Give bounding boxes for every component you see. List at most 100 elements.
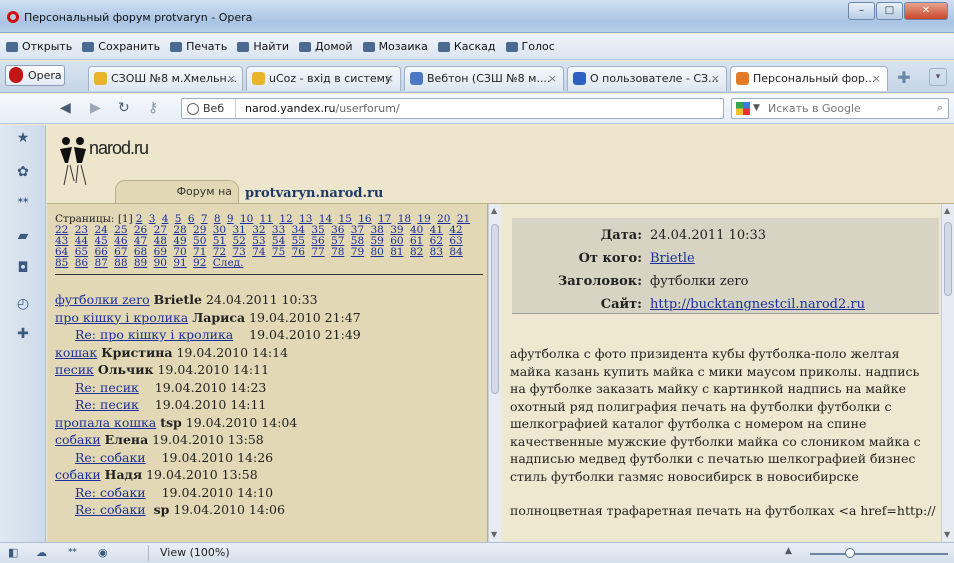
message-scrollbar[interactable]: ▲ ▼: [941, 204, 954, 542]
post-title-link[interactable]: Re: собаки: [75, 485, 146, 500]
close-tab-icon[interactable]: ×: [385, 67, 394, 90]
zoom-down-icon[interactable]: ▲: [785, 546, 792, 556]
scroll-down-icon[interactable]: ▼: [491, 530, 497, 539]
panel-toggle-icon[interactable]: ◧: [8, 546, 18, 559]
post-title-link[interactable]: Re: собаки: [75, 502, 146, 517]
thread-list-scrollbar[interactable]: ▲ ▼: [488, 204, 501, 542]
add-panel-icon[interactable]: ✚: [14, 325, 32, 343]
address-field[interactable]: Веб narod.yandex.ru/userforum/: [181, 98, 724, 119]
tab-personal-forum[interactable]: Персональный фор... ×: [730, 66, 888, 91]
close-tab-icon[interactable]: ×: [548, 67, 557, 90]
find-button[interactable]: Найти: [237, 40, 289, 53]
close-window-button[interactable]: ✕: [904, 2, 948, 20]
forum-tab[interactable]: Форум на: [115, 180, 239, 204]
bookmarks-star-icon[interactable]: ★: [14, 129, 32, 147]
page-link[interactable]: 80: [371, 246, 384, 258]
voice-button[interactable]: Голос: [505, 40, 555, 53]
zoom-slider[interactable]: [810, 553, 948, 555]
tab-user[interactable]: О пользователе - СЗ... ×: [567, 66, 727, 91]
zoom-slider-knob[interactable]: [845, 548, 855, 558]
tab-menu-button[interactable]: ▾: [929, 68, 947, 86]
post-title-link[interactable]: собаки: [55, 432, 101, 447]
turbo-icon[interactable]: ◉: [98, 546, 108, 559]
forward-arrow-icon[interactable]: ▶: [90, 101, 101, 115]
search-icon[interactable]: ⌕: [937, 101, 943, 115]
back-arrow-icon[interactable]: ◀: [60, 101, 71, 115]
scroll-up-icon[interactable]: ▲: [944, 206, 950, 215]
site-link[interactable]: http://bucktangnestcil.narod2.ru: [650, 297, 865, 312]
cascade-button[interactable]: Каскад: [437, 40, 496, 53]
post-title-link[interactable]: песик: [55, 362, 94, 377]
page-link[interactable]: 91: [173, 257, 186, 269]
post-title-link[interactable]: про кішку і кролика: [55, 310, 188, 325]
url-text[interactable]: narod.yandex.ru/userforum/: [245, 99, 400, 118]
page-link[interactable]: 88: [114, 257, 127, 269]
new-tab-button[interactable]: ✚: [893, 68, 915, 88]
scroll-down-icon[interactable]: ▼: [944, 530, 950, 539]
page-link[interactable]: 86: [75, 257, 88, 269]
search-field[interactable]: ▼ Искать в Google ⌕: [731, 98, 949, 119]
chevron-down-icon[interactable]: ▼: [753, 100, 760, 117]
post-title-link[interactable]: пропала кошка: [55, 415, 156, 430]
home-button[interactable]: Домой: [299, 40, 353, 53]
page-link[interactable]: 85: [55, 257, 68, 269]
post-author: Елена: [104, 432, 149, 447]
save-button[interactable]: Сохранить: [82, 40, 160, 53]
unite-icon[interactable]: ᕯ: [68, 546, 77, 560]
tab-ucoz[interactable]: uCoz - вхід в систему ×: [246, 66, 401, 91]
notes-icon[interactable]: ▰: [14, 227, 32, 245]
close-tab-icon[interactable]: ×: [227, 67, 236, 90]
page-link[interactable]: 83: [430, 246, 443, 258]
window-title: Персональный форум protvaryn - Opera: [24, 11, 253, 24]
post-title-link[interactable]: Re: песик: [75, 397, 139, 412]
open-button[interactable]: Открыть: [6, 40, 72, 53]
tab-school[interactable]: СЗОШ №8 м.Хмельн... ×: [88, 66, 243, 91]
page-link[interactable]: 87: [94, 257, 107, 269]
key-icon[interactable]: ⚷: [148, 101, 158, 115]
print-button[interactable]: Печать: [170, 40, 227, 53]
tile-icon: [362, 41, 375, 52]
widgets-gear-icon[interactable]: ✿: [14, 163, 32, 181]
site-name[interactable]: protvaryn.narod.ru: [245, 186, 383, 201]
maximize-button[interactable]: □: [876, 2, 903, 20]
page-link[interactable]: 89: [134, 257, 147, 269]
author-link[interactable]: Brietle: [650, 251, 695, 266]
page-link[interactable]: 74: [252, 246, 265, 258]
tile-button[interactable]: Мозаика: [362, 40, 428, 53]
post-title-link[interactable]: футболки zero: [55, 292, 150, 307]
page-link[interactable]: 77: [311, 246, 324, 258]
cloud-icon[interactable]: ☁: [36, 546, 47, 559]
opera-menu-button[interactable]: Opera: [5, 65, 65, 86]
page-link[interactable]: 92: [193, 257, 206, 269]
scroll-up-icon[interactable]: ▲: [491, 206, 497, 215]
tab-webton[interactable]: Вебтон (СЗШ №8 м.... ×: [404, 66, 564, 91]
page-link[interactable]: 90: [154, 257, 167, 269]
page-link[interactable]: 82: [410, 246, 423, 258]
transfers-icon[interactable]: ◘: [14, 259, 32, 277]
ucoz-favicon-icon: [252, 72, 265, 85]
close-tab-icon[interactable]: ×: [711, 67, 720, 90]
page-link[interactable]: 76: [292, 246, 305, 258]
scroll-thumb[interactable]: [944, 222, 952, 296]
web-badge[interactable]: Веб: [182, 99, 236, 118]
post-title-link[interactable]: Re: песик: [75, 380, 139, 395]
unite-icon[interactable]: ᕯ: [14, 195, 32, 213]
close-tab-icon[interactable]: ×: [872, 67, 881, 90]
next-page-link[interactable]: След.: [213, 257, 244, 269]
post-title-link[interactable]: кошак: [55, 345, 97, 360]
google-icon[interactable]: [736, 102, 750, 115]
scroll-thumb[interactable]: [491, 224, 499, 394]
history-clock-icon[interactable]: ◴: [14, 295, 32, 313]
reload-icon[interactable]: ↻: [118, 101, 130, 115]
page-link[interactable]: 84: [449, 246, 462, 258]
post-title-link[interactable]: собаки: [55, 467, 101, 482]
minimize-button[interactable]: –: [848, 2, 875, 20]
page-link[interactable]: 79: [351, 246, 364, 258]
post-title-link[interactable]: Re: собаки: [75, 450, 146, 465]
page-link[interactable]: 78: [331, 246, 344, 258]
page-link[interactable]: 81: [390, 246, 403, 258]
opera-logo-icon: [7, 11, 19, 23]
zoom-level[interactable]: View (100%): [160, 546, 230, 559]
page-link[interactable]: 75: [272, 246, 285, 258]
post-title-link[interactable]: Re: про кішку і кролика: [75, 327, 233, 342]
